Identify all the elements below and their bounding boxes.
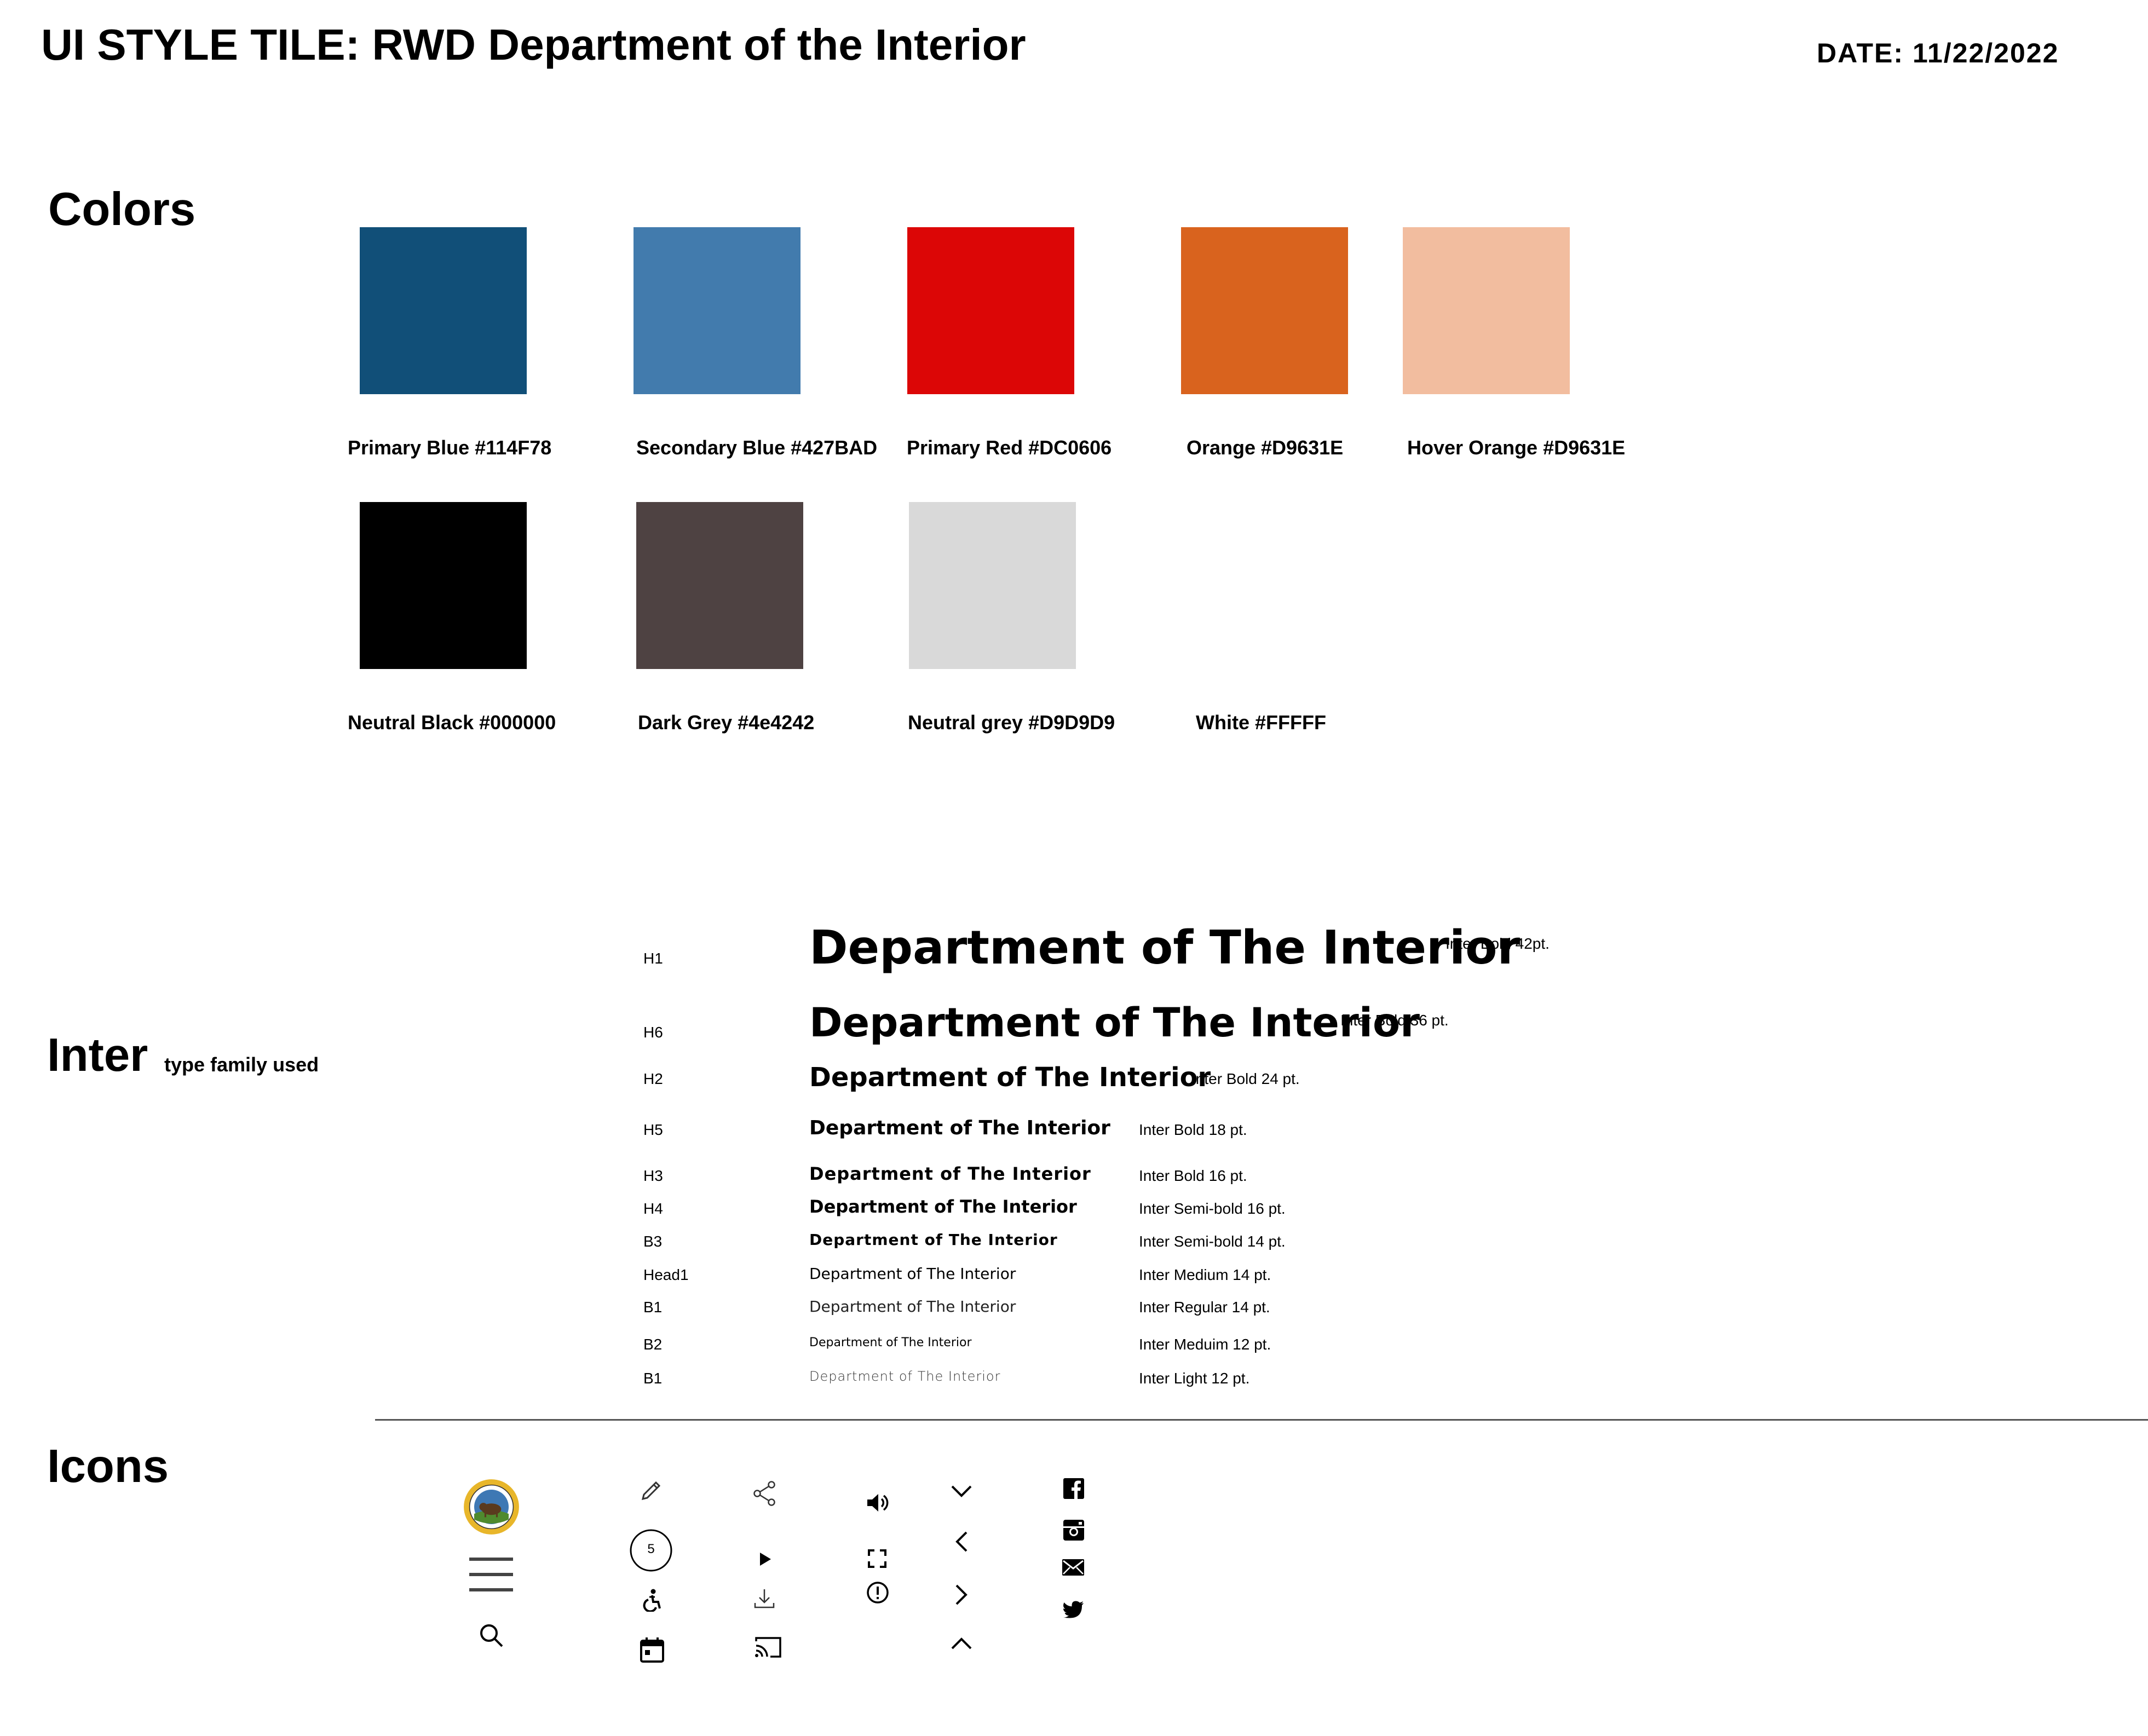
type-sample-head1: Department of The Interior bbox=[809, 1265, 1016, 1283]
type-key: B1 bbox=[643, 1299, 663, 1316]
type-spec: Inter Medium 14 pt. bbox=[1139, 1266, 1271, 1283]
swatch-orange bbox=[1181, 227, 1348, 394]
facebook-icon[interactable] bbox=[1063, 1478, 1084, 1499]
swatch-dark-grey bbox=[636, 502, 803, 669]
fullscreen-icon[interactable] bbox=[868, 1549, 886, 1568]
type-spec: Inter Regular 14 pt. bbox=[1139, 1299, 1270, 1316]
hamburger-menu-icon[interactable] bbox=[468, 1555, 514, 1594]
instagram-icon[interactable] bbox=[1063, 1520, 1084, 1541]
type-spec: Inter Bold 42pt. bbox=[1446, 935, 1550, 952]
type-key: B1 bbox=[643, 1370, 663, 1387]
accessibility-icon[interactable] bbox=[642, 1589, 663, 1612]
type-sample-b3: Department of The Interior bbox=[809, 1231, 1058, 1249]
section-divider bbox=[375, 1419, 2148, 1421]
chevron-up-icon[interactable] bbox=[951, 1637, 972, 1650]
swatch-label: Secondary Blue #427BAD bbox=[636, 436, 878, 459]
type-heading: Inter bbox=[47, 1029, 148, 1081]
numbered-circle-icon: 5 bbox=[629, 1529, 673, 1572]
swatch-secondary-blue bbox=[634, 227, 801, 394]
type-sample-h1: Department of The Interior bbox=[809, 921, 1521, 975]
type-subheading: type family used bbox=[164, 1053, 319, 1076]
cast-icon[interactable] bbox=[754, 1636, 782, 1659]
swatch-label: Neutral Black #000000 bbox=[348, 711, 556, 734]
type-key: H3 bbox=[643, 1167, 663, 1184]
type-key: H4 bbox=[643, 1200, 663, 1217]
play-icon[interactable] bbox=[759, 1552, 772, 1567]
icons-heading: Icons bbox=[47, 1440, 169, 1492]
type-sample-b1: Department of The Interior bbox=[809, 1297, 1016, 1316]
badge-number: 5 bbox=[647, 1542, 655, 1556]
date-label: DATE: 11/22/2022 bbox=[1817, 38, 2059, 68]
type-spec: Inter Meduim 12 pt. bbox=[1139, 1336, 1271, 1353]
type-sample-h6: Department of The Interior bbox=[809, 1000, 1420, 1046]
type-sample-h5: Department of The Interior bbox=[809, 1117, 1110, 1139]
type-spec: Inter Bold 24 pt. bbox=[1191, 1070, 1300, 1087]
pencil-icon[interactable] bbox=[640, 1479, 663, 1502]
share-icon[interactable] bbox=[752, 1480, 776, 1507]
type-sample-h2: Department of The Interior bbox=[809, 1062, 1211, 1093]
swatch-label: Orange #D9631E bbox=[1187, 436, 1344, 459]
chevron-down-icon[interactable] bbox=[951, 1485, 972, 1498]
type-sample-h4: Department of The Interior bbox=[809, 1196, 1077, 1217]
type-key: H2 bbox=[643, 1070, 663, 1087]
swatch-label: Primary Red #DC0606 bbox=[907, 436, 1112, 459]
swatch-hover-orange bbox=[1403, 227, 1570, 394]
swatch-label: Dark Grey #4e4242 bbox=[638, 711, 815, 734]
seal-logo bbox=[463, 1478, 520, 1536]
download-icon[interactable] bbox=[753, 1588, 775, 1610]
alert-circle-icon bbox=[866, 1581, 889, 1604]
swatch-label: White #FFFFF bbox=[1196, 711, 1326, 734]
email-icon[interactable] bbox=[1062, 1559, 1084, 1576]
type-key: Head1 bbox=[643, 1266, 689, 1283]
type-sample-h3: Department of The Interior bbox=[809, 1163, 1091, 1184]
swatch-label: Neutral grey #D9D9D9 bbox=[908, 711, 1115, 734]
swatch-neutral-grey bbox=[909, 502, 1076, 669]
type-sample-b1-light: Department of The Interior bbox=[809, 1369, 1001, 1384]
type-key: H5 bbox=[643, 1121, 663, 1138]
type-spec: Inter Semi-bold 16 pt. bbox=[1139, 1200, 1286, 1217]
twitter-icon[interactable] bbox=[1063, 1601, 1084, 1618]
swatch-label: Primary Blue #114F78 bbox=[348, 436, 552, 459]
type-spec: Inter Bold 36 pt. bbox=[1340, 1012, 1449, 1029]
type-spec: Inter Light 12 pt. bbox=[1139, 1370, 1250, 1387]
swatch-neutral-black bbox=[360, 502, 527, 669]
type-key: H1 bbox=[643, 950, 663, 967]
swatch-primary-blue bbox=[360, 227, 527, 394]
type-spec: Inter Bold 18 pt. bbox=[1139, 1121, 1247, 1138]
type-spec: Inter Bold 16 pt. bbox=[1139, 1167, 1247, 1184]
type-key: B3 bbox=[643, 1233, 663, 1250]
type-key: H6 bbox=[643, 1024, 663, 1041]
page-title: UI STYLE TILE: RWD Department of the Int… bbox=[41, 20, 1026, 69]
swatch-label: Hover Orange #D9631E bbox=[1407, 436, 1626, 459]
search-icon[interactable] bbox=[479, 1623, 504, 1648]
chevron-left-icon[interactable] bbox=[955, 1531, 968, 1553]
chevron-right-icon[interactable] bbox=[955, 1584, 968, 1606]
colors-heading: Colors bbox=[48, 183, 196, 235]
calendar-icon[interactable] bbox=[640, 1637, 665, 1663]
swatch-primary-red bbox=[907, 227, 1074, 394]
type-key: B2 bbox=[643, 1336, 663, 1353]
type-spec: Inter Semi-bold 14 pt. bbox=[1139, 1233, 1286, 1250]
volume-icon[interactable] bbox=[866, 1492, 890, 1513]
type-sample-b2: Department of The Interior bbox=[809, 1336, 972, 1349]
